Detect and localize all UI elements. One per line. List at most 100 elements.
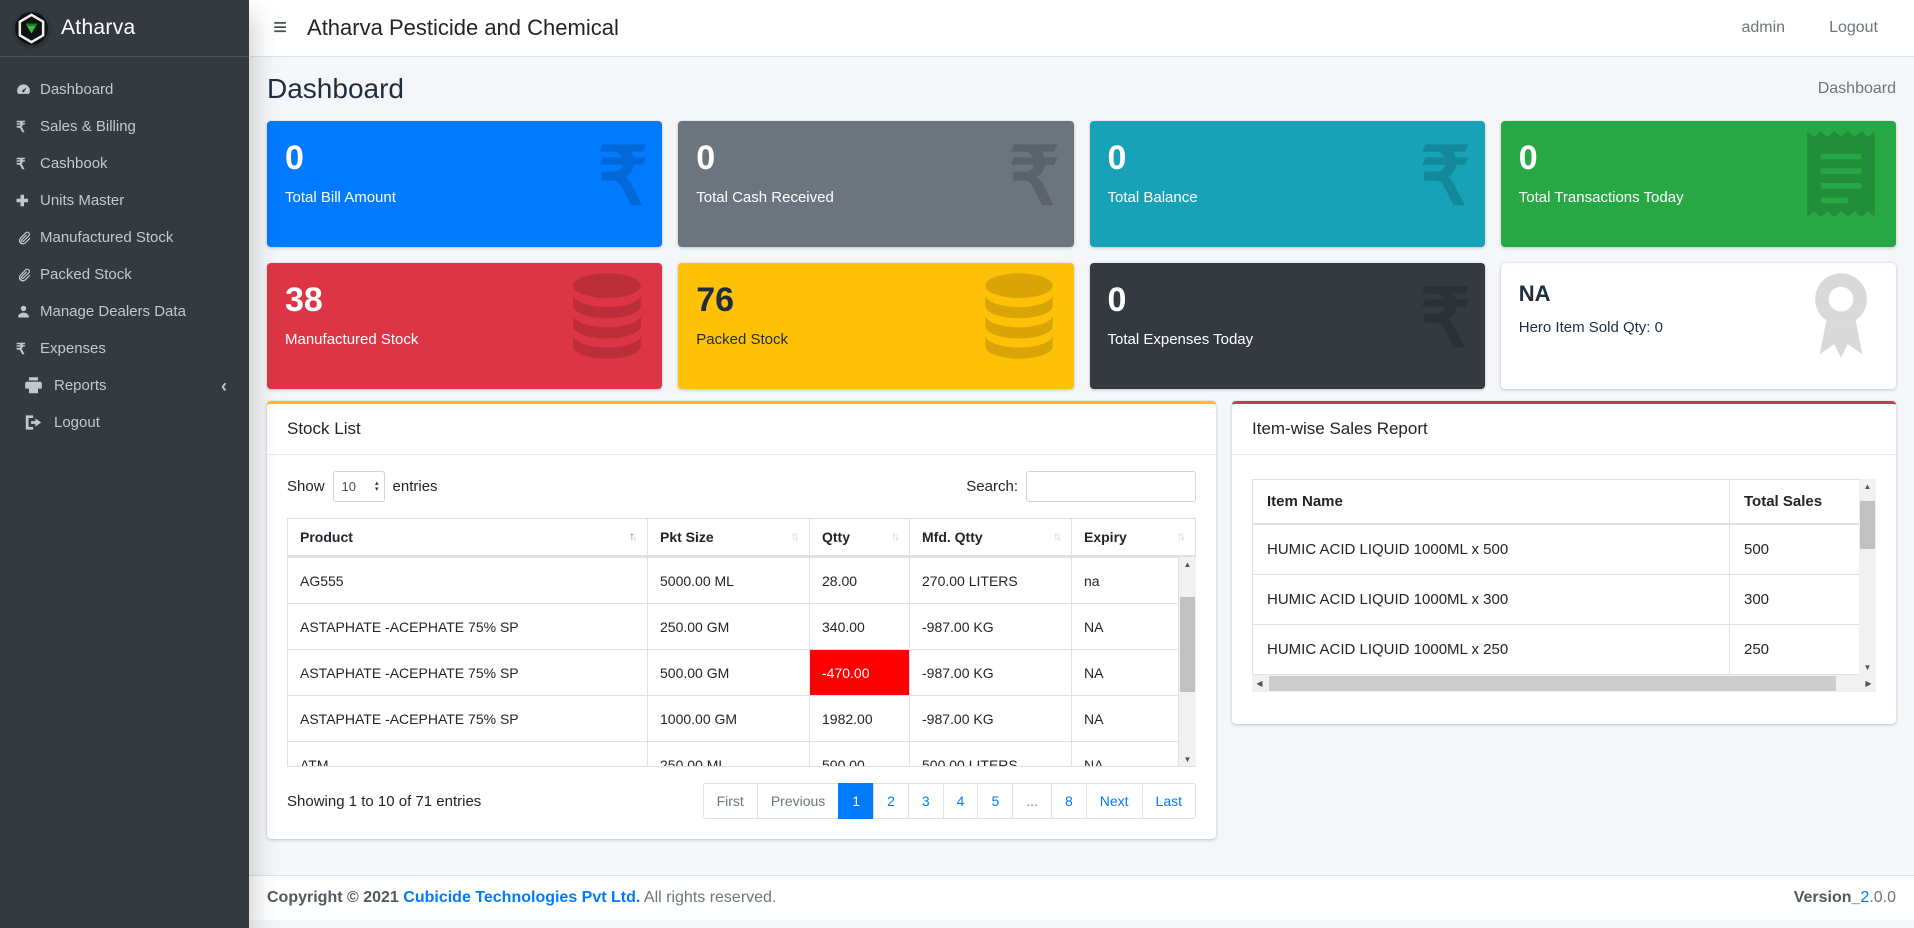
sidebar: Atharva Dashboard ₹ Sales & Billing ₹ Ca… [0,0,249,928]
sidebar-item-packed-stock[interactable]: Packed Stock [0,256,249,293]
award-icon [1800,271,1882,366]
rupee-icon: ₹ [597,137,648,217]
card-label: Total Balance [1108,189,1467,206]
card-hero-item: NA Hero Item Sold Qty: 0 [1501,263,1896,389]
col-header-mfd-qtty[interactable]: ↑↓Mfd. Qtty [910,519,1072,557]
sidebar-item-label: Expenses [40,340,106,357]
user-icon [16,304,40,319]
hexagon-arrow-logo [14,11,49,46]
card-total-cash-received: 0 Total Cash Received ₹ [678,121,1073,247]
vertical-scrollbar[interactable]: ▲ ▼ [1179,557,1196,767]
sidebar-item-label: Reports [54,377,107,394]
entries-label: entries [393,478,438,495]
card-value: 0 [696,141,1055,175]
stat-cards: 0 Total Bill Amount ₹ 0 Total Cash Recei… [267,121,1896,389]
scroll-up-icon[interactable]: ▲ [1859,479,1876,494]
scroll-down-icon[interactable]: ▼ [1859,660,1876,675]
sidebar-item-manufactured-stock[interactable]: Manufactured Stock [0,219,249,256]
pagination-first[interactable]: First [703,783,758,819]
card-value: 0 [1108,283,1467,317]
col-header-pkt-size[interactable]: ↑↓Pkt Size [648,519,810,557]
rupee-icon: ₹ [1420,279,1471,359]
col-header-total-sales[interactable]: Total Sales [1730,480,1860,525]
logout-link[interactable]: Logout [1829,19,1878,37]
page-title: Dashboard [267,73,404,105]
copyright-text: Copyright © 2021 Cubicide Technologies P… [267,889,776,907]
search-label: Search: [966,478,1018,495]
sales-report-panel: Item-wise Sales Report Item Name Total S… [1232,401,1896,724]
pagination-page-8[interactable]: 8 [1051,783,1087,819]
company-link[interactable]: Cubicide Technologies Pvt Ltd. [403,889,640,906]
col-header-item-name[interactable]: Item Name [1253,480,1730,525]
card-total-bill-amount: 0 Total Bill Amount ₹ [267,121,662,247]
pagination-page-5[interactable]: 5 [977,783,1013,819]
pagination-last[interactable]: Last [1142,783,1196,819]
footer: Copyright © 2021 Cubicide Technologies P… [249,875,1914,920]
brand-name: Atharva [61,16,135,40]
card-value: 0 [285,141,644,175]
sidebar-item-label: Manufactured Stock [40,229,173,246]
stock-list-title: Stock List [267,404,1216,455]
table-row: ATM250.00 ML 500.00500.00 LITERS NA [288,742,1179,768]
sidebar-item-logout[interactable]: Logout [0,404,249,441]
database-icon [978,271,1060,366]
sidebar-item-sales-billing[interactable]: ₹ Sales & Billing [0,108,249,145]
signout-icon [24,413,54,432]
app-title: Atharva Pesticide and Chemical [307,15,619,41]
brand-link[interactable]: Atharva [0,0,249,57]
scroll-left-icon[interactable]: ◀ [1252,675,1267,692]
page-size-select[interactable]: 10 [333,471,385,502]
rupee-icon: ₹ [16,155,40,173]
rupee-icon: ₹ [16,340,40,358]
sidebar-item-units-master[interactable]: ✚ Units Master [0,182,249,219]
sidebar-item-expenses[interactable]: ₹ Expenses [0,330,249,367]
sidebar-item-manage-dealers[interactable]: Manage Dealers Data [0,293,249,330]
entries-summary: Showing 1 to 10 of 71 entries [287,793,481,810]
version-text: Version_2.0.0 [1794,889,1896,907]
user-menu-link[interactable]: admin [1741,19,1785,37]
rupee-icon: ₹ [1009,137,1060,217]
scroll-up-icon[interactable]: ▲ [1179,557,1196,572]
scrollbar-thumb[interactable] [1860,501,1875,549]
sidebar-item-reports[interactable]: Reports ‹ [0,367,249,404]
col-header-product[interactable]: ↑↓Product [288,519,648,557]
table-row: ASTAPHATE -ACEPHATE 75% SP1000.00 GM 198… [288,696,1179,742]
scrollbar-thumb[interactable] [1269,676,1836,691]
search-input[interactable] [1026,471,1196,502]
database-icon [566,271,648,366]
table-row: AG5555000.00 ML 28.00270.00 LITERS na [288,558,1179,604]
sidebar-item-label: Units Master [40,192,124,209]
pagination-previous[interactable]: Previous [757,783,839,819]
sort-icon: ↑↓ [1049,529,1059,543]
sidebar-item-cashbook[interactable]: ₹ Cashbook [0,145,249,182]
table-row: HUMIC ACID LIQUID 1000ML x 250250 [1253,625,1860,675]
sidebar-item-label: Logout [54,414,100,431]
card-total-expenses-today: 0 Total Expenses Today ₹ [1090,263,1485,389]
col-header-expiry[interactable]: ↑↓Expiry [1072,519,1196,557]
horizontal-scrollbar[interactable]: ◀ ▶ [1252,675,1876,692]
scroll-right-icon[interactable]: ▶ [1861,675,1876,692]
hamburger-icon[interactable]: ≡ [273,16,287,40]
scroll-down-icon[interactable]: ▼ [1179,752,1196,767]
col-header-qtty[interactable]: ↑↓Qtty [810,519,910,557]
vertical-scrollbar[interactable]: ▲ ▼ [1859,479,1876,675]
printer-icon [24,376,54,395]
table-row: HUMIC ACID LIQUID 1000ML x 500500 [1253,524,1860,575]
pagination-page-2[interactable]: 2 [873,783,909,819]
pagination-next[interactable]: Next [1086,783,1143,819]
scrollbar-thumb[interactable] [1180,597,1195,692]
sidebar-item-label: Sales & Billing [40,118,136,135]
receipt-icon [1800,129,1882,224]
rupee-icon: ₹ [1420,137,1471,217]
topbar: ≡ Atharva Pesticide and Chemical admin L… [249,0,1914,57]
pagination-page-1[interactable]: 1 [838,783,874,819]
plus-icon: ✚ [16,192,40,210]
sidebar-item-label: Cashbook [40,155,108,172]
pagination-page-3[interactable]: 3 [908,783,944,819]
card-packed-stock: 76 Packed Stock [678,263,1073,389]
pagination-page-4[interactable]: 4 [943,783,979,819]
pagination: First Previous 1 2 3 4 5 ... 8 Next Last [703,783,1196,819]
sidebar-item-dashboard[interactable]: Dashboard [0,71,249,108]
paperclip-icon [16,267,40,282]
sort-icon: ↑↓ [1173,529,1183,543]
